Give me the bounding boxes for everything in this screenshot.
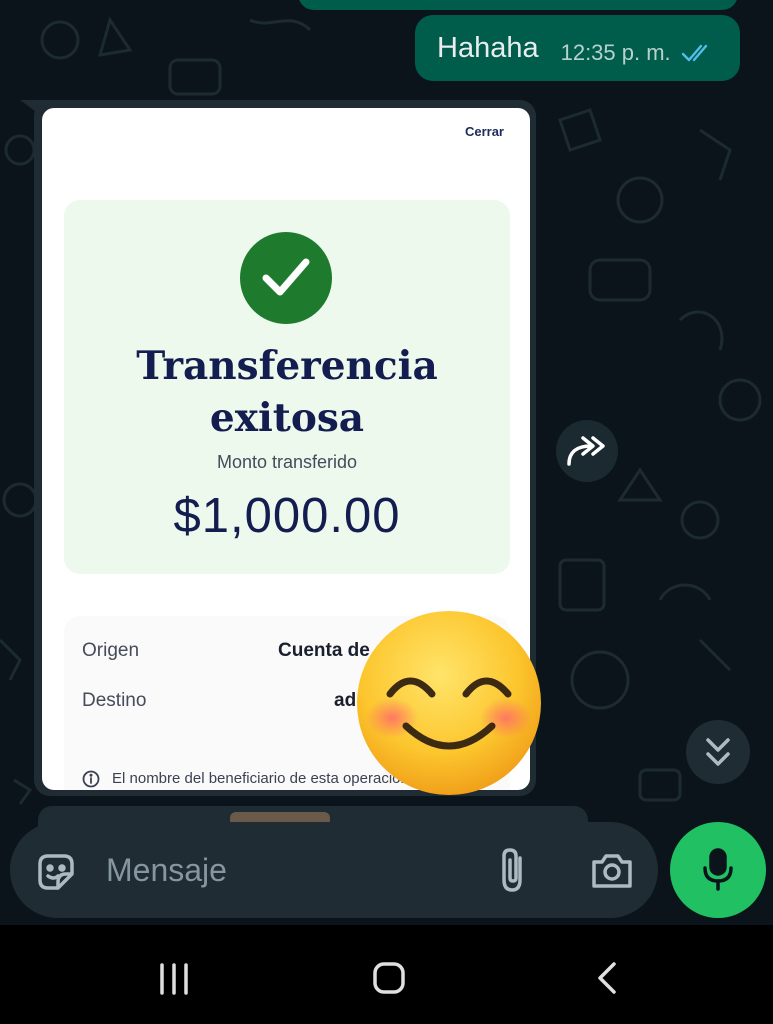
sticker-icon[interactable]	[34, 850, 78, 894]
sent-message-time: 12:35 p. m.	[560, 40, 671, 65]
double-chevron-down-icon	[706, 738, 730, 766]
check-circle-icon	[240, 232, 332, 324]
double-check-read-icon	[681, 44, 707, 62]
sent-message-text: Hahaha	[437, 31, 539, 64]
receipt-close-link: Cerrar	[464, 124, 504, 139]
paperclip-icon[interactable]	[496, 846, 530, 894]
voice-message-button[interactable]	[670, 822, 766, 918]
back-icon[interactable]	[596, 961, 620, 995]
forward-button[interactable]	[556, 420, 618, 482]
smiling-face-emoji	[357, 611, 541, 795]
forward-icon	[567, 436, 605, 466]
info-icon	[82, 770, 100, 788]
success-card: Transferencia exitosa Monto transferido $…	[64, 200, 510, 574]
transfer-success-title: Transferencia exitosa	[136, 343, 438, 441]
mic-icon	[703, 848, 733, 891]
destination-value: ad	[334, 690, 357, 711]
message-composer[interactable]: Mensaje	[10, 822, 658, 918]
previous-sent-bubble	[298, 0, 738, 10]
message-input[interactable]: Mensaje	[106, 852, 227, 889]
sent-message-bubble[interactable]: Hahaha 12:35 p. m.	[415, 15, 740, 81]
amount-label: Monto transferido	[216, 452, 358, 472]
destination-label: Destino	[82, 690, 147, 711]
system-nav-bar	[0, 925, 773, 1024]
scroll-to-bottom-button[interactable]	[686, 720, 750, 784]
amount-value: $1,000.00	[173, 489, 401, 543]
recent-apps-icon[interactable]	[156, 963, 192, 995]
origin-label: Origen	[82, 640, 140, 661]
home-icon[interactable]	[372, 961, 406, 995]
camera-icon[interactable]	[590, 850, 634, 890]
